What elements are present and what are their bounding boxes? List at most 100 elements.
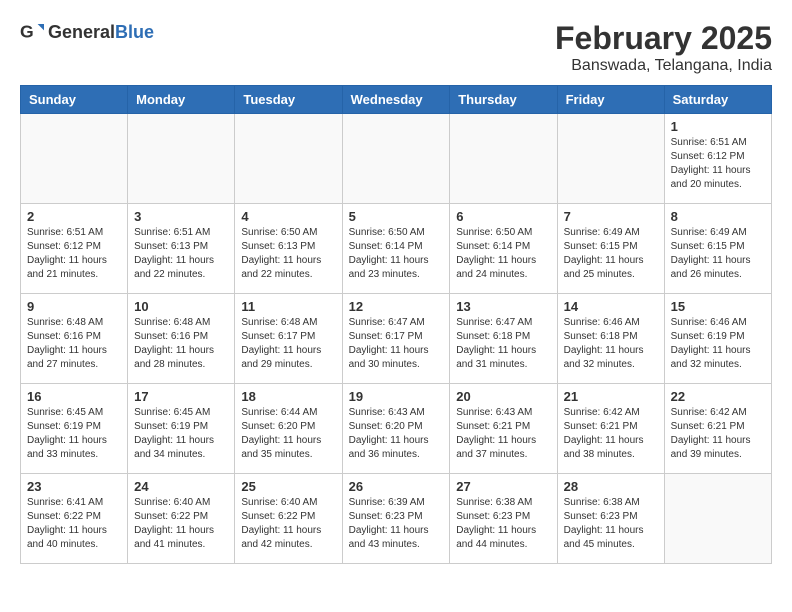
day-number: 23 xyxy=(27,479,121,494)
calendar-cell: 21 Sunrise: 6:42 AM Sunset: 6:21 PM Dayli… xyxy=(557,384,664,474)
weekday-header-tuesday: Tuesday xyxy=(235,86,342,114)
calendar-cell: 22 Sunrise: 6:42 AM Sunset: 6:21 PM Dayli… xyxy=(664,384,771,474)
week-row-3: 9 Sunrise: 6:48 AM Sunset: 6:16 PM Daylig… xyxy=(21,294,772,384)
calendar-cell: 6 Sunrise: 6:50 AM Sunset: 6:14 PM Daylig… xyxy=(450,204,557,294)
day-info: Sunrise: 6:50 AM Sunset: 6:13 PM Dayligh… xyxy=(241,226,335,282)
day-info: Sunrise: 6:38 AM Sunset: 6:23 PM Dayligh… xyxy=(456,496,550,552)
calendar-cell xyxy=(128,114,235,204)
logo-general: General xyxy=(48,22,115,42)
weekday-header-friday: Friday xyxy=(557,86,664,114)
day-number: 6 xyxy=(456,209,550,224)
day-info: Sunrise: 6:48 AM Sunset: 6:16 PM Dayligh… xyxy=(27,316,121,372)
day-number: 4 xyxy=(241,209,335,224)
day-info: Sunrise: 6:51 AM Sunset: 6:12 PM Dayligh… xyxy=(27,226,121,282)
day-number: 2 xyxy=(27,209,121,224)
calendar-cell xyxy=(342,114,450,204)
logo-blue: Blue xyxy=(115,22,154,42)
day-info: Sunrise: 6:51 AM Sunset: 6:13 PM Dayligh… xyxy=(134,226,228,282)
day-info: Sunrise: 6:47 AM Sunset: 6:18 PM Dayligh… xyxy=(456,316,550,372)
calendar-cell: 4 Sunrise: 6:50 AM Sunset: 6:13 PM Daylig… xyxy=(235,204,342,294)
day-info: Sunrise: 6:48 AM Sunset: 6:17 PM Dayligh… xyxy=(241,316,335,372)
day-info: Sunrise: 6:51 AM Sunset: 6:12 PM Dayligh… xyxy=(671,136,765,192)
day-number: 22 xyxy=(671,389,765,404)
day-number: 9 xyxy=(27,299,121,314)
logo: G GeneralBlue xyxy=(20,20,154,44)
calendar-cell: 20Sunrise: 6:43 AM Sunset: 6:21 PM Dayli… xyxy=(450,384,557,474)
day-number: 3 xyxy=(134,209,228,224)
day-info: Sunrise: 6:49 AM Sunset: 6:15 PM Dayligh… xyxy=(671,226,765,282)
calendar-table: SundayMondayTuesdayWednesdayThursdayFrid… xyxy=(20,85,772,564)
calendar-cell: 12 Sunrise: 6:47 AM Sunset: 6:17 PM Dayli… xyxy=(342,294,450,384)
calendar-cell: 19 Sunrise: 6:43 AM Sunset: 6:20 PM Dayli… xyxy=(342,384,450,474)
day-info: Sunrise: 6:50 AM Sunset: 6:14 PM Dayligh… xyxy=(456,226,550,282)
week-row-2: 2 Sunrise: 6:51 AM Sunset: 6:12 PM Daylig… xyxy=(21,204,772,294)
day-number: 19 xyxy=(349,389,444,404)
day-info: Sunrise: 6:40 AM Sunset: 6:22 PM Dayligh… xyxy=(241,496,335,552)
weekday-header-saturday: Saturday xyxy=(664,86,771,114)
location-title: Banswada, Telangana, India xyxy=(555,57,772,75)
calendar-cell: 10Sunrise: 6:48 AM Sunset: 6:16 PM Dayli… xyxy=(128,294,235,384)
day-info: Sunrise: 6:42 AM Sunset: 6:21 PM Dayligh… xyxy=(671,406,765,462)
day-number: 7 xyxy=(564,209,658,224)
calendar-cell: 23 Sunrise: 6:41 AM Sunset: 6:22 PM Dayli… xyxy=(21,474,128,564)
calendar-cell: 3 Sunrise: 6:51 AM Sunset: 6:13 PM Daylig… xyxy=(128,204,235,294)
week-row-1: 1Sunrise: 6:51 AM Sunset: 6:12 PM Daylig… xyxy=(21,114,772,204)
calendar-cell: 15 Sunrise: 6:46 AM Sunset: 6:19 PM Dayli… xyxy=(664,294,771,384)
day-number: 20 xyxy=(456,389,550,404)
day-info: Sunrise: 6:40 AM Sunset: 6:22 PM Dayligh… xyxy=(134,496,228,552)
calendar-cell xyxy=(450,114,557,204)
week-row-4: 16 Sunrise: 6:45 AM Sunset: 6:19 PM Dayli… xyxy=(21,384,772,474)
calendar-cell: 28 Sunrise: 6:38 AM Sunset: 6:23 PM Dayli… xyxy=(557,474,664,564)
calendar-cell: 8 Sunrise: 6:49 AM Sunset: 6:15 PM Daylig… xyxy=(664,204,771,294)
calendar-cell: 25 Sunrise: 6:40 AM Sunset: 6:22 PM Dayli… xyxy=(235,474,342,564)
day-info: Sunrise: 6:46 AM Sunset: 6:19 PM Dayligh… xyxy=(671,316,765,372)
day-info: Sunrise: 6:42 AM Sunset: 6:21 PM Dayligh… xyxy=(564,406,658,462)
page-header: G GeneralBlue February 2025 Banswada, Te… xyxy=(20,20,772,75)
calendar-cell xyxy=(557,114,664,204)
calendar-cell: 16 Sunrise: 6:45 AM Sunset: 6:19 PM Dayli… xyxy=(21,384,128,474)
weekday-header-monday: Monday xyxy=(128,86,235,114)
day-info: Sunrise: 6:50 AM Sunset: 6:14 PM Dayligh… xyxy=(349,226,444,282)
day-number: 13 xyxy=(456,299,550,314)
calendar-cell: 13 Sunrise: 6:47 AM Sunset: 6:18 PM Dayli… xyxy=(450,294,557,384)
day-info: Sunrise: 6:45 AM Sunset: 6:19 PM Dayligh… xyxy=(27,406,121,462)
day-number: 21 xyxy=(564,389,658,404)
week-row-5: 23 Sunrise: 6:41 AM Sunset: 6:22 PM Dayli… xyxy=(21,474,772,564)
calendar-cell: 7 Sunrise: 6:49 AM Sunset: 6:15 PM Daylig… xyxy=(557,204,664,294)
title-section: February 2025 Banswada, Telangana, India xyxy=(555,20,772,75)
calendar-cell: 18Sunrise: 6:44 AM Sunset: 6:20 PM Dayli… xyxy=(235,384,342,474)
month-title: February 2025 xyxy=(555,20,772,57)
weekday-header-wednesday: Wednesday xyxy=(342,86,450,114)
calendar-cell xyxy=(21,114,128,204)
calendar-cell: 17 Sunrise: 6:45 AM Sunset: 6:19 PM Dayli… xyxy=(128,384,235,474)
calendar-cell xyxy=(235,114,342,204)
calendar-cell: 1Sunrise: 6:51 AM Sunset: 6:12 PM Daylig… xyxy=(664,114,771,204)
day-number: 8 xyxy=(671,209,765,224)
day-info: Sunrise: 6:45 AM Sunset: 6:19 PM Dayligh… xyxy=(134,406,228,462)
day-info: Sunrise: 6:39 AM Sunset: 6:23 PM Dayligh… xyxy=(349,496,444,552)
day-number: 24 xyxy=(134,479,228,494)
day-number: 12 xyxy=(349,299,444,314)
day-info: Sunrise: 6:49 AM Sunset: 6:15 PM Dayligh… xyxy=(564,226,658,282)
day-info: Sunrise: 6:38 AM Sunset: 6:23 PM Dayligh… xyxy=(564,496,658,552)
day-info: Sunrise: 6:41 AM Sunset: 6:22 PM Dayligh… xyxy=(27,496,121,552)
day-info: Sunrise: 6:47 AM Sunset: 6:17 PM Dayligh… xyxy=(349,316,444,372)
day-number: 17 xyxy=(134,389,228,404)
svg-text:G: G xyxy=(20,22,34,42)
day-info: Sunrise: 6:44 AM Sunset: 6:20 PM Dayligh… xyxy=(241,406,335,462)
calendar-cell: 11 Sunrise: 6:48 AM Sunset: 6:17 PM Dayli… xyxy=(235,294,342,384)
calendar-cell xyxy=(664,474,771,564)
day-info: Sunrise: 6:43 AM Sunset: 6:20 PM Dayligh… xyxy=(349,406,444,462)
day-number: 11 xyxy=(241,299,335,314)
calendar-cell: 5Sunrise: 6:50 AM Sunset: 6:14 PM Daylig… xyxy=(342,204,450,294)
weekday-header-row: SundayMondayTuesdayWednesdayThursdayFrid… xyxy=(21,86,772,114)
day-number: 28 xyxy=(564,479,658,494)
day-number: 27 xyxy=(456,479,550,494)
day-number: 15 xyxy=(671,299,765,314)
day-number: 25 xyxy=(241,479,335,494)
logo-icon: G xyxy=(20,20,44,44)
day-number: 16 xyxy=(27,389,121,404)
weekday-header-sunday: Sunday xyxy=(21,86,128,114)
day-info: Sunrise: 6:48 AM Sunset: 6:16 PM Dayligh… xyxy=(134,316,228,372)
calendar-cell: 26Sunrise: 6:39 AM Sunset: 6:23 PM Dayli… xyxy=(342,474,450,564)
